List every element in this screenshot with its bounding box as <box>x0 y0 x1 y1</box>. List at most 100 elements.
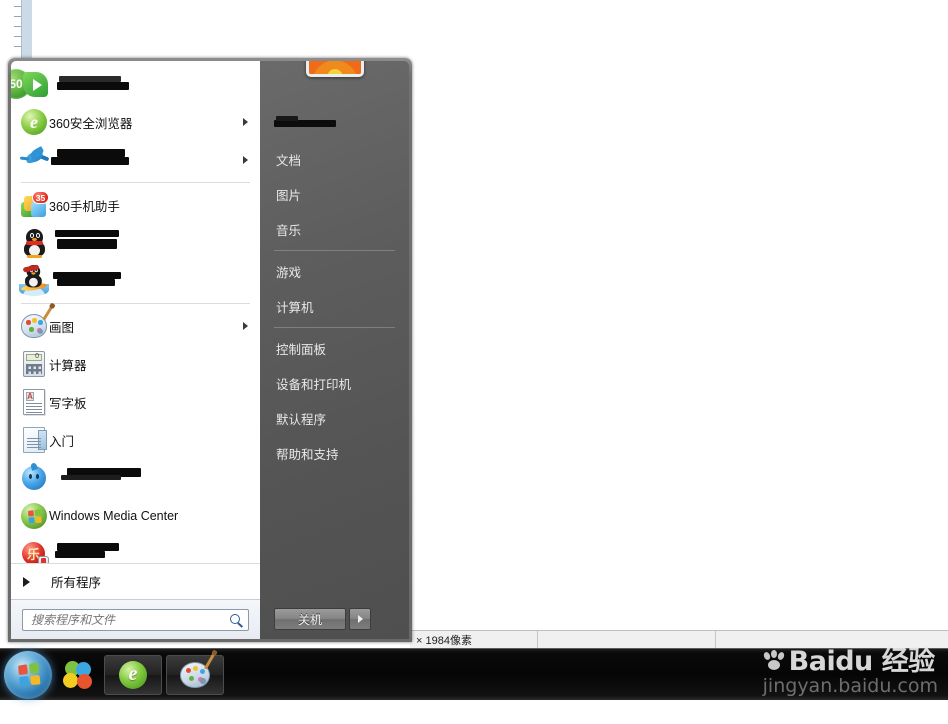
program-item-qq[interactable] <box>11 224 260 262</box>
screen-root: × 1984像素 50 e 360安全浏览器 35 360手机助手 画图 0 计… <box>0 0 948 724</box>
redaction-bar <box>51 157 129 165</box>
program-item-qq-surf[interactable] <box>11 262 260 300</box>
redaction-bar <box>274 120 336 127</box>
ruler-pane <box>22 0 32 58</box>
program-item-red-shield-app[interactable]: 乐 <box>11 535 260 563</box>
right-item-music[interactable]: 音乐 <box>260 212 409 247</box>
program-item-windows-media-center[interactable]: Windows Media Center <box>11 497 260 535</box>
program-item-calculator[interactable]: 计算器 <box>11 345 260 383</box>
video-player-icon: 50 <box>11 69 49 99</box>
redaction-bar <box>57 239 117 249</box>
red-shield-icon: 乐 <box>19 539 49 563</box>
program-item-getting-started[interactable]: 入门 <box>11 421 260 459</box>
program-list: 50 e 360安全浏览器 35 360手机助手 画图 0 计算器 A 写字板 … <box>11 61 260 563</box>
search-input[interactable] <box>23 612 226 627</box>
windows-flag-icon <box>17 662 41 686</box>
shutdown-row: 关机 <box>274 608 371 630</box>
right-item-label: 音乐 <box>276 224 302 238</box>
submenu-arrow-icon <box>243 156 248 164</box>
chevron-right-icon <box>357 615 363 623</box>
360-safe-cluster-icon <box>63 660 93 689</box>
menu-separator <box>21 303 250 304</box>
redaction-bar <box>53 272 121 279</box>
vertical-ruler <box>8 0 22 58</box>
360-browser-icon: e <box>19 107 49 137</box>
qq-penguin-icon <box>19 228 49 258</box>
program-item-paint[interactable]: 画图 <box>11 306 260 345</box>
right-item-control-panel[interactable]: 控制面板 <box>260 331 409 366</box>
program-item-label: 计算器 <box>49 358 87 373</box>
program-item-wordpad[interactable]: A 写字板 <box>11 383 260 421</box>
calculator-icon <box>19 349 49 379</box>
right-panel-list: 文档 图片 音乐 游戏 计算机 控制面板 设备和打印机 默认程序 帮助和支持 <box>260 107 409 471</box>
redaction-bar <box>55 230 119 237</box>
right-item-computer[interactable]: 计算机 <box>260 289 409 324</box>
all-programs-arrow-icon <box>23 576 30 587</box>
360-browser-taskbar-icon: e <box>119 660 147 689</box>
start-menu-left-panel: 50 e 360安全浏览器 35 360手机助手 画图 0 计算器 A 写字板 … <box>11 61 260 639</box>
redaction-bar <box>57 82 129 90</box>
badge-count: 35 <box>32 191 49 204</box>
user-avatar[interactable] <box>305 61 364 77</box>
program-item-label: 360安全浏览器 <box>49 116 133 131</box>
right-item-games[interactable]: 游戏 <box>260 254 409 289</box>
right-item-help-and-support[interactable]: 帮助和支持 <box>260 436 409 471</box>
right-panel-separator <box>274 250 395 251</box>
menu-separator <box>21 182 250 183</box>
qq-surf-icon <box>19 264 49 296</box>
wordpad-icon: A <box>19 387 49 417</box>
shutdown-label: 关机 <box>297 612 322 627</box>
program-item-thunder[interactable] <box>11 141 260 179</box>
redaction-bar <box>57 543 119 551</box>
right-panel-separator <box>274 327 395 328</box>
submenu-arrow-icon <box>243 118 248 126</box>
blue-assistant-icon <box>19 462 49 493</box>
redaction-bar <box>61 475 121 480</box>
program-item-label: Windows Media Center <box>49 509 179 523</box>
paint-taskbar-icon <box>180 652 216 688</box>
program-item-360-mobile-assistant[interactable]: 35 360手机助手 <box>11 186 260 224</box>
program-item-label: 360手机助手 <box>49 199 120 214</box>
redaction-bar <box>55 551 105 558</box>
right-item-default-programs[interactable]: 默认程序 <box>260 401 409 436</box>
right-item-label: 控制面板 <box>276 343 327 357</box>
search-area <box>11 599 260 639</box>
redaction-bar <box>276 116 298 121</box>
statusbar-cell-dimensions: × 1984像素 <box>410 631 538 649</box>
program-item-label: 画图 <box>49 320 75 335</box>
all-programs-label: 所有程序 <box>51 576 102 590</box>
program-item-blue-assistant[interactable] <box>11 459 260 497</box>
right-item-pictures[interactable]: 图片 <box>260 177 409 212</box>
submenu-arrow-icon <box>243 322 248 330</box>
right-item-label: 图片 <box>276 189 302 203</box>
right-item-label: 设备和打印机 <box>276 378 352 392</box>
getting-started-icon <box>19 425 49 455</box>
right-item-devices-and-printers[interactable]: 设备和打印机 <box>260 366 409 401</box>
taskbar-item-360-browser[interactable]: e <box>104 654 162 695</box>
taskbar: e <box>0 648 948 700</box>
start-menu-right-panel: 文档 图片 音乐 游戏 计算机 控制面板 设备和打印机 默认程序 帮助和支持 关… <box>260 61 409 639</box>
shutdown-options-button[interactable] <box>349 608 371 630</box>
right-item-label: 帮助和支持 <box>276 448 339 462</box>
right-item-documents[interactable]: 文档 <box>260 142 409 177</box>
right-item-label: 计算机 <box>276 301 314 315</box>
right-item-label: 默认程序 <box>276 413 327 427</box>
program-item-video-player[interactable]: 50 <box>11 65 260 103</box>
all-programs-button[interactable]: 所有程序 <box>11 563 260 599</box>
statusbar-cell-2 <box>538 631 716 649</box>
redaction-bar <box>57 149 125 157</box>
program-item-label: 入门 <box>49 434 75 449</box>
paint-icon <box>19 306 53 341</box>
360-mobile-assistant-icon: 35 <box>19 190 49 220</box>
taskbar-item-360-safe[interactable] <box>56 655 100 695</box>
shutdown-button[interactable]: 关机 <box>274 608 346 630</box>
thunder-bird-icon <box>19 145 50 175</box>
taskbar-item-paint[interactable] <box>166 652 224 695</box>
program-item-360-browser[interactable]: e 360安全浏览器 <box>11 103 260 141</box>
program-item-label: 写字板 <box>49 396 87 411</box>
search-box[interactable] <box>22 608 249 631</box>
right-item-user-name[interactable] <box>260 107 409 142</box>
background-app-statusbar: × 1984像素 <box>410 630 948 650</box>
windows-media-center-icon <box>19 501 49 531</box>
start-orb-button[interactable] <box>4 650 52 699</box>
